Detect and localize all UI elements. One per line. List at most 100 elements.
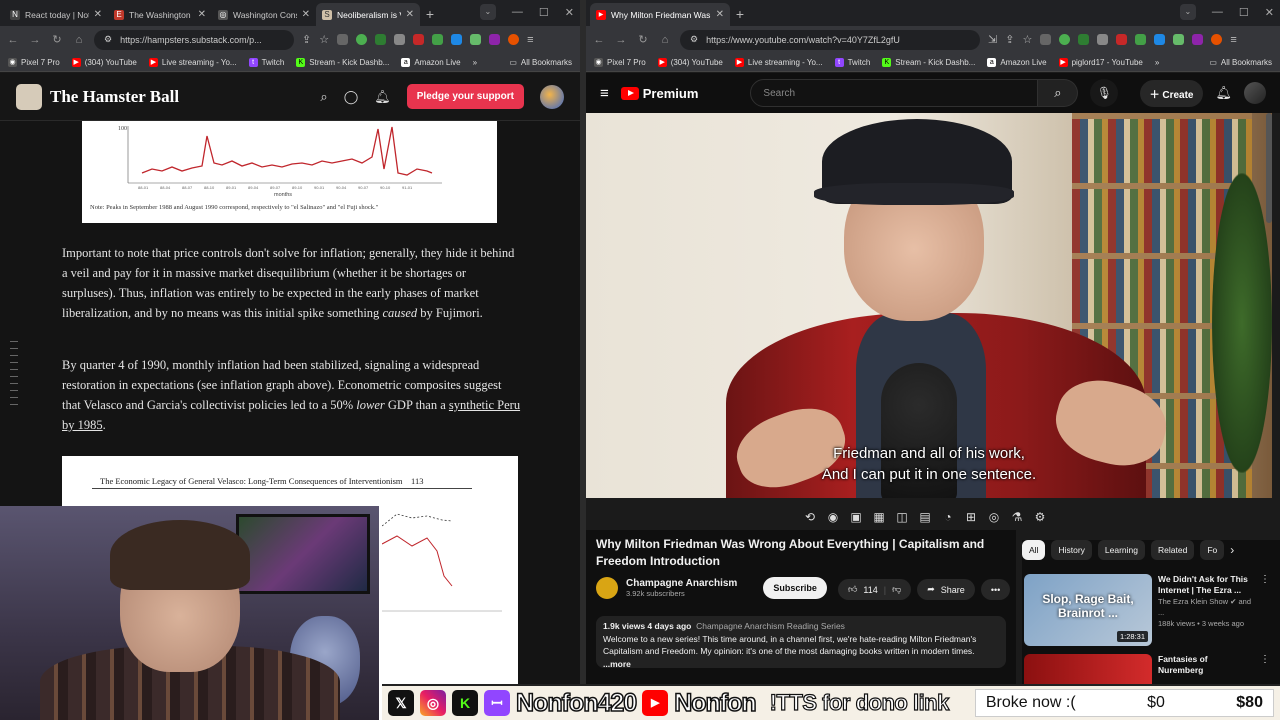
- tab-washington-1[interactable]: E The Washington c ✕: [108, 3, 212, 26]
- notification-bell-icon[interactable]: 🔔︎: [374, 89, 391, 105]
- bookmark-pixel[interactable]: ◉ Pixel 7 Pro: [8, 57, 60, 67]
- loop-icon[interactable]: ⟲: [802, 510, 818, 524]
- site-info-icon[interactable]: ⚙: [104, 34, 112, 45]
- bookmark-kick[interactable]: K Stream - Kick Dashb...: [882, 57, 975, 67]
- youtube-premium-logo[interactable]: Premium: [620, 86, 698, 101]
- chat-icon[interactable]: ◯: [344, 89, 359, 105]
- avatar[interactable]: [540, 84, 564, 109]
- search-button[interactable]: ⌕: [1038, 79, 1079, 107]
- bookmark-twitch[interactable]: t Twitch: [834, 57, 870, 67]
- bookmark-live[interactable]: ▶ Live streaming - Yo...: [148, 57, 237, 67]
- profile-icon[interactable]: [1211, 34, 1223, 45]
- extension-icon[interactable]: [1040, 34, 1052, 45]
- video-player[interactable]: Friedman and all of his work, And I can …: [586, 113, 1272, 498]
- video-description[interactable]: 1.9k views 4 days ago Champagne Anarchis…: [596, 616, 1006, 671]
- pledge-button[interactable]: Pledge your support: [406, 84, 524, 109]
- extension-icon[interactable]: [375, 34, 387, 45]
- kebab-menu-icon[interactable]: ⋮: [1260, 574, 1270, 646]
- new-tab-button[interactable]: +: [420, 3, 440, 26]
- tab-react-today[interactable]: N React today | Noti ✕: [4, 3, 108, 26]
- toc-markers[interactable]: [10, 341, 18, 411]
- extension-icon[interactable]: [337, 34, 349, 45]
- speed-icon[interactable]: ◔: [940, 510, 956, 524]
- extension-icon[interactable]: [470, 34, 482, 45]
- extension-icon[interactable]: [1078, 34, 1090, 45]
- tab-youtube-video[interactable]: ▶ Why Milton Friedman Was Wro ✕: [590, 3, 730, 26]
- bookmark-youtube[interactable]: ▶ (304) YouTube: [657, 57, 723, 67]
- channel-avatar[interactable]: [596, 577, 618, 599]
- tab-washington-2[interactable]: ◎ Washington Cons ✕: [212, 3, 316, 26]
- extension-icon[interactable]: [1192, 34, 1204, 45]
- bookmarks-overflow-icon[interactable]: »: [1155, 58, 1159, 67]
- bookmark-live[interactable]: ▶ Live streaming - Yo...: [734, 57, 823, 67]
- recommended-title[interactable]: We Didn't Ask for This Internet | The Ez…: [1158, 574, 1254, 596]
- extension-icon[interactable]: [1097, 34, 1109, 45]
- show-more-button[interactable]: ...more: [603, 658, 999, 671]
- share-button[interactable]: ➦ Share: [917, 579, 975, 600]
- search-icon[interactable]: ⌕: [320, 89, 327, 105]
- back-icon[interactable]: ←: [592, 34, 606, 46]
- chip-more[interactable]: Fo: [1200, 540, 1225, 560]
- pip-icon[interactable]: ◫: [894, 510, 910, 524]
- close-tab-icon[interactable]: ✕: [716, 9, 724, 20]
- tab-search-icon[interactable]: ⌄: [1179, 4, 1196, 20]
- home-icon[interactable]: ⌂: [658, 34, 672, 46]
- bookmark-pixel[interactable]: ◉ Pixel 7 Pro: [594, 57, 646, 67]
- bookmark-piglord[interactable]: ▶ piglord17 - YouTube: [1058, 57, 1143, 67]
- recommended-title[interactable]: Fantasies of Nuremberg: [1158, 654, 1254, 676]
- extension-icon[interactable]: [1135, 34, 1147, 45]
- recommended-video[interactable]: Slop, Rage Bait, Brainrot ... 1:28:31 We…: [1024, 574, 1274, 646]
- site-info-icon[interactable]: ⚙: [690, 34, 698, 45]
- publication-title[interactable]: The Hamster Ball: [50, 87, 179, 107]
- extension-icon[interactable]: [394, 34, 406, 45]
- screenshot-icon[interactable]: ◎: [986, 510, 1002, 524]
- chevron-right-icon[interactable]: ›: [1230, 543, 1234, 557]
- all-bookmarks[interactable]: ▭ All Bookmarks: [509, 58, 572, 67]
- channel-name[interactable]: Champagne Anarchism: [626, 578, 737, 589]
- bookmark-kick[interactable]: K Stream - Kick Dashb...: [296, 57, 389, 67]
- close-window-icon[interactable]: ✕: [1265, 6, 1274, 19]
- notification-bell-icon[interactable]: 🔔︎: [1215, 85, 1232, 101]
- voice-search-button[interactable]: 🎙︎: [1090, 79, 1119, 107]
- film-icon[interactable]: ▦: [871, 510, 887, 524]
- extension-icon[interactable]: [413, 34, 425, 45]
- grid-icon[interactable]: ▤: [917, 510, 933, 524]
- bookmark-amazon[interactable]: a Amazon Live: [401, 57, 461, 67]
- reload-icon[interactable]: ↻: [50, 33, 64, 46]
- extension-icon[interactable]: [432, 34, 444, 45]
- install-app-icon[interactable]: ⇲: [988, 33, 997, 46]
- bookmark-star-icon[interactable]: ☆: [1022, 33, 1032, 46]
- extension-icon[interactable]: [356, 34, 368, 45]
- home-icon[interactable]: ⌂: [72, 34, 86, 46]
- thumbs-down-icon[interactable]: 👎︎: [892, 584, 901, 595]
- address-bar[interactable]: ⚙ https://hampsters.substack.com/p...: [94, 29, 294, 50]
- settings-gear-icon[interactable]: ⚙: [1032, 510, 1048, 524]
- tab-search-icon[interactable]: ⌄: [479, 4, 496, 20]
- close-window-icon[interactable]: ✕: [565, 6, 574, 19]
- thumbs-up-icon[interactable]: 👍︎: [848, 584, 857, 595]
- extension-icon[interactable]: [1116, 34, 1128, 45]
- chip-history[interactable]: History: [1051, 540, 1092, 560]
- forward-icon[interactable]: →: [28, 34, 42, 46]
- chip-related[interactable]: Related: [1151, 540, 1195, 560]
- maximize-icon[interactable]: ☐: [539, 6, 549, 19]
- chip-learning[interactable]: Learning: [1097, 540, 1145, 560]
- extension-icon[interactable]: [1173, 34, 1185, 45]
- bookmark-youtube[interactable]: ▶ (304) YouTube: [71, 57, 137, 67]
- avatar[interactable]: [1244, 82, 1266, 104]
- all-bookmarks[interactable]: ▭ All Bookmarks: [1209, 58, 1272, 67]
- create-button[interactable]: ＋ Create: [1139, 79, 1204, 107]
- extension-icon[interactable]: [1154, 34, 1166, 45]
- audio-icon[interactable]: ◉: [825, 510, 841, 524]
- close-tab-icon[interactable]: ✕: [94, 9, 102, 20]
- extension-icon[interactable]: [489, 34, 501, 45]
- publication-logo[interactable]: [16, 83, 42, 110]
- extension-icon[interactable]: [1059, 34, 1071, 45]
- extension-icon[interactable]: [451, 34, 463, 45]
- close-tab-icon[interactable]: ✕: [198, 9, 206, 20]
- filter-icon[interactable]: ⚗: [1009, 510, 1025, 524]
- hamburger-menu-icon[interactable]: ≡: [600, 85, 609, 102]
- cinema-icon[interactable]: ▣: [848, 510, 864, 524]
- reload-icon[interactable]: ↻: [636, 33, 650, 46]
- back-icon[interactable]: ←: [6, 34, 20, 46]
